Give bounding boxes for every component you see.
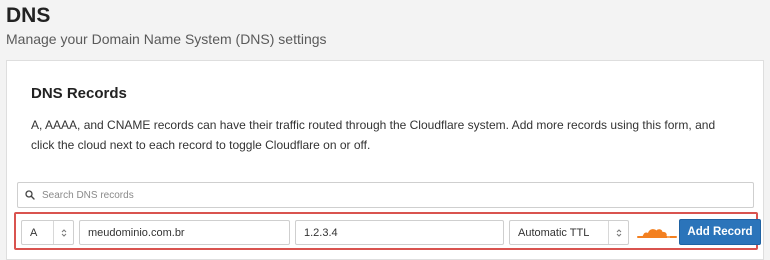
proxy-toggle[interactable] — [635, 220, 679, 245]
stepper-icon[interactable] — [53, 221, 73, 244]
ttl-select[interactable]: Automatic TTL — [509, 220, 629, 245]
page-title: DNS — [6, 4, 51, 27]
page-subtitle: Manage your Domain Name System (DNS) set… — [6, 31, 327, 47]
record-type-value: A — [30, 226, 38, 239]
card-description: A, AAAA, and CNAME records can have thei… — [31, 118, 716, 152]
cloud-icon — [637, 228, 677, 238]
record-name-input[interactable]: meudominio.com.br — [79, 220, 290, 245]
record-content-input[interactable]: 1.2.3.4 — [295, 220, 504, 245]
add-record-form: A meudominio.com.br 1.2.3.4 Automatic TT… — [14, 212, 761, 250]
search-icon — [18, 190, 42, 200]
ttl-value: Automatic TTL — [518, 226, 590, 239]
search-input[interactable] — [42, 184, 753, 206]
search-box[interactable] — [17, 182, 754, 208]
card-title: DNS Records — [31, 85, 127, 102]
stepper-icon[interactable] — [608, 221, 628, 244]
dns-records-card: DNS Records A, AAAA, and CNAME records c… — [6, 60, 764, 260]
add-record-button[interactable]: Add Record — [679, 219, 761, 245]
record-name-value: meudominio.com.br — [88, 226, 185, 239]
record-content-value: 1.2.3.4 — [304, 226, 338, 239]
record-type-select[interactable]: A — [21, 220, 74, 245]
